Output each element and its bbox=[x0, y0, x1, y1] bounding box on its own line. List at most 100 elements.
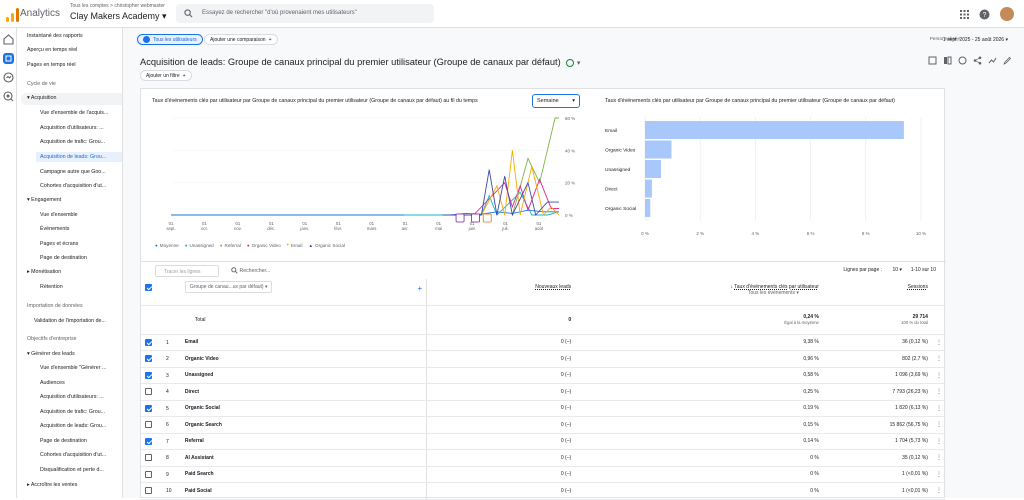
nav-landing-page[interactable]: Page de destination bbox=[40, 255, 87, 261]
row-menu-icon[interactable]: ⋮ bbox=[931, 334, 946, 351]
row-menu-icon[interactable]: ⋮ bbox=[931, 367, 946, 384]
nav-non-google-campaign[interactable]: Campagne autre que Goo... bbox=[40, 169, 106, 175]
bar[interactable] bbox=[645, 199, 651, 217]
row-menu-icon[interactable]: ⋮ bbox=[931, 482, 946, 500]
row-menu-icon[interactable]: ⋮ bbox=[931, 449, 946, 467]
row-menu-icon[interactable]: ⋮ bbox=[931, 433, 946, 450]
row-checkbox[interactable] bbox=[145, 421, 152, 429]
row-dimension[interactable]: Unassigned bbox=[180, 367, 427, 384]
nav-realtime-overview[interactable]: Aperçu en temps réel bbox=[27, 47, 77, 53]
nav-events[interactable]: Événements bbox=[40, 226, 69, 232]
advertising-icon[interactable] bbox=[3, 91, 14, 102]
nav-acquisition[interactable]: ▾ Acquisition bbox=[27, 95, 56, 101]
nav-retention[interactable]: Rétention bbox=[40, 284, 63, 290]
bar[interactable] bbox=[645, 121, 904, 139]
new-leads-header[interactable]: Nouveaux leads bbox=[426, 279, 576, 306]
row-dimension[interactable]: Organic Video bbox=[180, 350, 427, 368]
apps-grid-icon[interactable] bbox=[960, 9, 969, 19]
edit-report-icon[interactable] bbox=[928, 56, 937, 65]
legend-item[interactable]: ● Referral bbox=[220, 242, 241, 248]
table-row[interactable]: 7 Referral 0 (–) 0,14 % 1 704 (5,73 %) ⋮ bbox=[141, 433, 946, 450]
status-check-icon[interactable] bbox=[566, 58, 575, 67]
granularity-select[interactable]: Semaine ▾ bbox=[532, 94, 580, 108]
user-avatar[interactable] bbox=[1000, 7, 1014, 21]
insights-icon[interactable] bbox=[958, 56, 967, 65]
select-all-checkbox[interactable] bbox=[145, 284, 152, 291]
nav-lead-acquisition-2[interactable]: Acquisition de leads: Grou... bbox=[40, 423, 106, 429]
row-dimension[interactable]: Organic Search bbox=[180, 416, 427, 434]
add-dimension-icon[interactable]: + bbox=[418, 284, 423, 293]
nav-acq-cohorts[interactable]: Cohortes d'acquisition d'ut... bbox=[40, 183, 106, 189]
table-row[interactable]: 8 AI Assistant 0 (–) 0 % 35 (0,12 %) ⋮ bbox=[141, 449, 946, 467]
nav-user-acquisition[interactable]: Acquisition d'utilisateurs: ... bbox=[40, 125, 104, 131]
bar[interactable] bbox=[645, 160, 662, 178]
legend-item[interactable]: ● Organic Video bbox=[247, 242, 281, 248]
row-dimension[interactable]: AI Assistant bbox=[180, 449, 427, 467]
nav-import-validation[interactable]: Validation de l'importation de... bbox=[34, 318, 106, 324]
annotation-marker-icon[interactable] bbox=[455, 213, 465, 223]
nav-section-data-import[interactable]: Importation de données bbox=[27, 303, 83, 309]
dimension-selector[interactable]: Groupe de canau...ux par défaut) ▾ bbox=[184, 281, 273, 293]
nav-section-lifecycle[interactable]: Cycle de vie bbox=[27, 81, 56, 87]
row-menu-icon[interactable]: ⋮ bbox=[931, 416, 946, 434]
row-checkbox[interactable] bbox=[145, 437, 152, 445]
property-selector[interactable]: Clay Makers Academy ▾ bbox=[70, 11, 167, 22]
annotation-marker-icon[interactable] bbox=[471, 213, 480, 223]
customize-icon[interactable] bbox=[1003, 56, 1012, 65]
table-row[interactable]: 2 Organic Video 0 (–) 0,96 % 802 (2,7 %) ⋮ bbox=[141, 350, 946, 368]
row-dimension[interactable]: Paid Social bbox=[180, 482, 427, 500]
row-dimension[interactable]: Referral bbox=[180, 433, 427, 450]
bar[interactable] bbox=[645, 140, 672, 159]
reports-icon[interactable] bbox=[3, 53, 14, 64]
table-row[interactable]: 6 Organic Search 0 (–) 0,15 % 15 862 (56,75 … bbox=[141, 416, 946, 434]
help-icon[interactable]: ? bbox=[979, 9, 990, 20]
row-dimension[interactable]: Paid Search bbox=[180, 466, 427, 483]
rate-event-filter[interactable]: Tous les événements ▾ bbox=[579, 290, 799, 296]
nav-section-business-objectives[interactable]: Objectifs d'entreprise bbox=[27, 336, 77, 342]
row-menu-icon[interactable]: ⋮ bbox=[931, 466, 946, 483]
nav-landing-page-2[interactable]: Page de destination bbox=[40, 438, 87, 444]
nav-realtime-pages[interactable]: Pages en temps réel bbox=[27, 62, 76, 68]
bar[interactable] bbox=[645, 179, 652, 198]
nav-monetization[interactable]: ▸ Monétisation bbox=[27, 269, 61, 275]
rate-header[interactable]: ↓ Taux d'événements clés par utilisateur… bbox=[575, 279, 823, 306]
date-range-picker[interactable]: 1 sept. 2025 - 25 août 2026 ▾ bbox=[943, 37, 1008, 43]
row-checkbox[interactable] bbox=[145, 404, 152, 412]
row-checkbox[interactable] bbox=[145, 388, 152, 396]
legend-item[interactable]: ● Moyenne bbox=[155, 242, 179, 248]
nav-generate-leads[interactable]: ▾ Générer des leads bbox=[27, 351, 75, 357]
trend-icon[interactable] bbox=[988, 56, 997, 65]
row-menu-icon[interactable]: ⋮ bbox=[931, 400, 946, 417]
search-bar[interactable]: Essayez de rechercher "d'où provenaient … bbox=[176, 4, 434, 23]
share-icon[interactable] bbox=[973, 56, 982, 65]
home-icon[interactable] bbox=[3, 34, 14, 45]
account-breadcrumb[interactable]: Tous les comptes > christopher webmaster bbox=[70, 3, 165, 9]
table-row[interactable]: 10 Paid Social 0 (–) 0 % 1 (<0,01 %) ⋮ bbox=[141, 482, 946, 500]
nav-traffic-acquisition-2[interactable]: Acquisition de trafic: Grou... bbox=[40, 409, 105, 415]
table-search-input[interactable]: Rechercher... bbox=[231, 267, 270, 274]
nav-acq-cohorts-2[interactable]: Cohortes d'acquisition d'ut... bbox=[40, 452, 106, 458]
row-checkbox[interactable] bbox=[145, 371, 152, 379]
table-row[interactable]: 9 Paid Search 0 (–) 0 % 1 (<0,01 %) ⋮ bbox=[141, 466, 946, 483]
annotation-marker-icon[interactable] bbox=[482, 213, 492, 223]
nav-acq-overview[interactable]: Vue d'ensemble de l'acquis... bbox=[40, 110, 108, 116]
table-row[interactable]: 1 Email 0 (–) 9,38 % 36 (0,12 %) ⋮ bbox=[141, 334, 946, 351]
row-dimension[interactable]: Organic Social bbox=[180, 400, 427, 417]
all-users-chip[interactable]: Tous les utilisateurs bbox=[137, 34, 203, 45]
table-row[interactable]: 5 Organic Social 0 (–) 0,19 % 1 820 (6,13 %)… bbox=[141, 400, 946, 417]
nav-lead-acquisition[interactable]: Acquisition de leads: Grou... bbox=[36, 152, 122, 162]
row-dimension[interactable]: Direct bbox=[180, 383, 427, 401]
row-menu-icon[interactable]: ⋮ bbox=[931, 350, 946, 368]
row-menu-icon[interactable]: ⋮ bbox=[931, 383, 946, 401]
row-checkbox[interactable] bbox=[145, 487, 152, 495]
explore-icon[interactable] bbox=[3, 72, 14, 83]
rows-per-page-select[interactable]: 10 ▾ bbox=[893, 267, 902, 273]
plot-rows-button[interactable]: Tracer les lignes bbox=[155, 265, 219, 277]
row-checkbox[interactable] bbox=[145, 470, 152, 478]
compare-icon[interactable] bbox=[943, 56, 952, 65]
legend-item[interactable]: ▲ Organic Social bbox=[308, 242, 344, 248]
nav-user-acquisition-2[interactable]: Acquisition d'utilisateurs: ... bbox=[40, 394, 104, 400]
nav-pages-screens[interactable]: Pages et écrans bbox=[40, 241, 78, 247]
add-filter-chip[interactable]: Ajouter un filtre + bbox=[140, 70, 192, 81]
table-row[interactable]: 3 Unassigned 0 (–) 0,58 % 1 096 (3,69 %) ⋮ bbox=[141, 367, 946, 384]
